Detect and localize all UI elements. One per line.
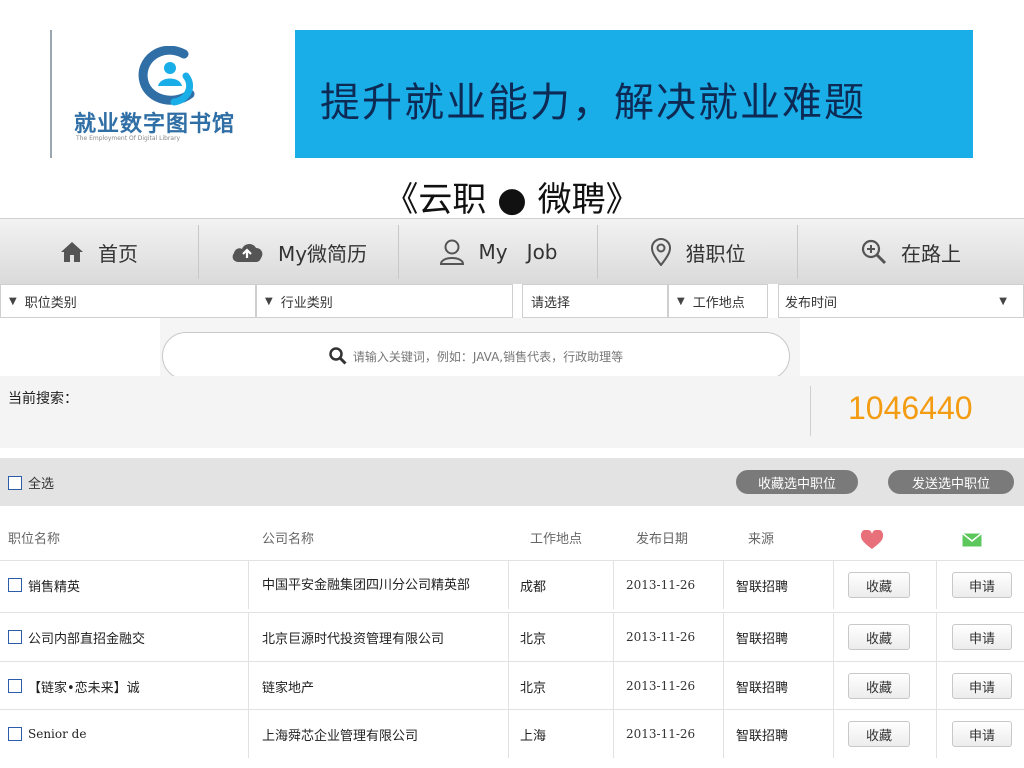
- user-icon: [439, 239, 464, 265]
- nav-my-resume[interactable]: My微简历: [199, 219, 398, 285]
- job-location: 成都: [520, 579, 547, 595]
- favorite-button[interactable]: 收藏: [848, 624, 910, 650]
- job-title-text: 销售精英: [28, 579, 81, 595]
- result-count: 1046440: [848, 390, 973, 426]
- search-icon: [329, 347, 347, 365]
- job-location: 上海: [520, 728, 547, 744]
- company-name: 链家地产: [262, 680, 315, 696]
- publish-time-select[interactable]: 发布时间 ▼: [778, 284, 1024, 318]
- header-location: 工作地点: [530, 532, 583, 547]
- table-row: 销售精英 中国平安金融集团四川分公司精英部 成都 2013-11-26 智联招聘…: [0, 560, 1024, 609]
- dropdown-triangle-icon: ▼: [9, 295, 17, 307]
- zoom-in-icon: [861, 239, 887, 265]
- search-input[interactable]: 请输入关键词，例如：JAVA,销售代表，行政助理等: [162, 332, 790, 380]
- favorite-button[interactable]: 收藏: [848, 673, 910, 699]
- nav-my-job[interactable]: My Job: [399, 219, 597, 285]
- job-title[interactable]: 销售精英: [8, 561, 80, 609]
- select-all[interactable]: 全选: [8, 473, 54, 492]
- nav-on-the-road[interactable]: 在路上: [798, 219, 1024, 285]
- table-row: Senior de 上海舜芯企业管理有限公司 上海 2013-11-26 智联招…: [0, 709, 1024, 758]
- job-title-text: Senior de: [28, 727, 87, 741]
- heart-icon: [860, 530, 884, 549]
- filter-bar: ▼ 职位类别 ▼ 行业类别 请选择 ▼ 工作地点 发布时间 ▼: [0, 284, 1024, 318]
- dropdown-triangle-icon: ▼: [677, 295, 685, 307]
- dropdown-triangle-icon: ▼: [265, 295, 273, 307]
- favorite-button[interactable]: 收藏: [848, 721, 910, 747]
- publish-date: 2013-11-26: [626, 630, 696, 644]
- select-all-label: 全选: [28, 477, 55, 492]
- favorite-selected-button[interactable]: 收藏选中职位: [736, 470, 858, 494]
- table-row: 公司内部直招金融交 北京巨源时代投资管理有限公司 北京 2013-11-26 智…: [0, 612, 1024, 661]
- region-select[interactable]: 请选择: [522, 284, 668, 318]
- nav-my-resume-label: My微简历: [277, 241, 368, 266]
- job-location: 北京: [520, 631, 547, 647]
- selection-bar: 全选 收藏选中职位 发送选中职位: [0, 458, 1024, 506]
- current-search-panel: 当前搜索： 1046440: [0, 376, 1024, 448]
- search-placeholder: 请输入关键词，例如：JAVA,销售代表，行政助理等: [352, 349, 624, 364]
- job-source: 智联招聘: [736, 680, 789, 696]
- search-area: 请输入关键词，例如：JAVA,销售代表，行政助理等: [160, 318, 800, 380]
- job-title[interactable]: 公司内部直招金融交: [8, 613, 145, 661]
- main-nav: 首页 My微简历 My Job 猎职位 在路上: [0, 218, 1024, 284]
- row-checkbox[interactable]: [8, 578, 22, 592]
- logo-mark-icon: [138, 46, 195, 106]
- apply-button[interactable]: 申请: [952, 624, 1012, 650]
- company-name: 北京巨源时代投资管理有限公司: [262, 631, 445, 647]
- table-header: 职位名称 公司名称 工作地点 发布日期 来源: [0, 510, 1024, 560]
- work-location-label: 工作地点: [692, 295, 745, 311]
- job-location: 北京: [520, 680, 547, 696]
- current-search-label: 当前搜索：: [8, 391, 78, 407]
- apply-button[interactable]: 申请: [952, 572, 1012, 598]
- job-category-label: 职位类别: [24, 295, 77, 311]
- region-select-value: 请选择: [531, 295, 571, 311]
- select-all-checkbox[interactable]: [8, 475, 22, 490]
- company-name: 上海舜芯企业管理有限公司: [262, 728, 419, 744]
- publish-date: 2013-11-26: [626, 679, 696, 693]
- job-source: 智联招聘: [736, 631, 789, 647]
- job-title[interactable]: Senior de: [8, 710, 86, 758]
- job-title-text: 公司内部直招金融交: [28, 631, 146, 647]
- apply-button[interactable]: 申请: [952, 673, 1012, 699]
- header-date: 发布日期: [636, 532, 689, 547]
- send-selected-button[interactable]: 发送选中职位: [888, 470, 1014, 494]
- page-subtitle: 《云职 ● 微聘》: [384, 180, 640, 220]
- cloud-upload-icon: [232, 243, 263, 262]
- favorite-button[interactable]: 收藏: [848, 572, 910, 598]
- nav-on-the-road-label: 在路上: [901, 241, 961, 266]
- row-checkbox[interactable]: [8, 630, 22, 644]
- company-name: 中国平安金融集团四川分公司精英部: [262, 577, 471, 593]
- nav-my-job-label: My Job: [478, 240, 558, 264]
- dropdown-triangle-icon: ▼: [999, 295, 1007, 307]
- publish-time-label: 发布时间: [785, 295, 838, 311]
- work-location-select[interactable]: ▼ 工作地点: [668, 284, 768, 318]
- row-checkbox[interactable]: [8, 679, 22, 693]
- home-icon: [61, 242, 83, 262]
- industry-category-select[interactable]: ▼ 行业类别: [256, 284, 513, 318]
- nav-home[interactable]: 首页: [0, 219, 198, 285]
- publish-date: 2013-11-26: [626, 578, 696, 592]
- industry-category-label: 行业类别: [280, 295, 333, 311]
- header-banner: 就业数字图书馆 The Employment Of Digital Librar…: [50, 30, 973, 158]
- job-source: 智联招聘: [736, 579, 789, 595]
- row-checkbox[interactable]: [8, 727, 22, 741]
- job-title-text: 【链家•恋未来】诚: [28, 680, 140, 696]
- logo-subtext: The Employment Of Digital Library: [76, 135, 181, 142]
- publish-date: 2013-11-26: [626, 727, 696, 741]
- location-pin-icon: [650, 238, 671, 266]
- logo-text: 就业数字图书馆: [74, 112, 236, 137]
- header-source: 来源: [748, 532, 775, 547]
- job-title[interactable]: 【链家•恋未来】诚: [8, 662, 140, 710]
- header-company: 公司名称: [262, 532, 315, 547]
- job-source: 智联招聘: [736, 728, 789, 744]
- nav-hunt-jobs[interactable]: 猎职位: [598, 219, 797, 285]
- slogan: 提升就业能力，解决就业难题: [320, 80, 866, 126]
- nav-home-label: 首页: [98, 241, 138, 266]
- table-row: 【链家•恋未来】诚 链家地产 北京 2013-11-26 智联招聘 收藏 申请: [0, 661, 1024, 710]
- logo[interactable]: 就业数字图书馆 The Employment Of Digital Librar…: [50, 30, 295, 158]
- job-category-select[interactable]: ▼ 职位类别: [0, 284, 256, 318]
- nav-hunt-jobs-label: 猎职位: [685, 241, 746, 266]
- apply-button[interactable]: 申请: [952, 721, 1012, 747]
- header-title: 职位名称: [8, 532, 61, 547]
- mail-icon: [962, 533, 982, 547]
